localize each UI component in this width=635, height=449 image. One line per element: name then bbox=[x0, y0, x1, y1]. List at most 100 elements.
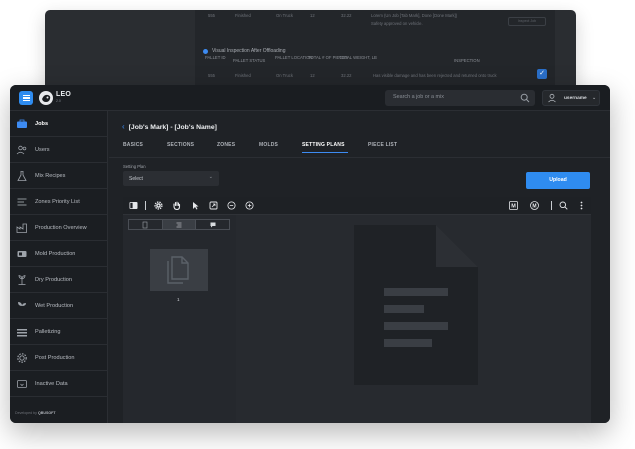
sidebar-item-inactive-data[interactable]: Inactive Data bbox=[10, 371, 108, 397]
chevron-down-icon: ⌄ bbox=[592, 94, 597, 101]
tab-basics[interactable]: BASICS bbox=[123, 142, 143, 148]
inspect-job-button[interactable]: Inspect Job bbox=[508, 17, 546, 26]
markup-icon[interactable]: M bbox=[509, 201, 518, 210]
sidebar-item-dry-production[interactable]: Dry Production bbox=[10, 267, 108, 293]
sidebar-item-label: Users bbox=[35, 146, 50, 153]
page-icon bbox=[143, 221, 148, 228]
sidebar-item-label: Wet Production bbox=[35, 302, 74, 309]
lion-logo-icon bbox=[39, 91, 53, 105]
document-canvas bbox=[236, 215, 591, 423]
tab-molds[interactable]: MOLDS bbox=[259, 142, 278, 148]
fit-page-icon[interactable] bbox=[209, 201, 218, 210]
toolbar-divider bbox=[551, 201, 552, 210]
pdf-viewer: M M 1 bbox=[123, 197, 591, 423]
sidebar-item-label: Mix Recipes bbox=[35, 172, 66, 179]
sidebar-item-label: Zones Priority List bbox=[35, 198, 80, 205]
upload-button[interactable]: Upload bbox=[526, 172, 590, 189]
search-placeholder: Search a job or a mix bbox=[393, 94, 444, 100]
top-bar: LEO 2.0 Search a job or a mix username ⌄ bbox=[10, 85, 610, 111]
search-icon[interactable] bbox=[520, 93, 530, 103]
sprout-icon bbox=[18, 301, 26, 310]
tab-sections[interactable]: SECTIONS bbox=[167, 142, 194, 148]
cell-inspection-line1: Lorem (Un Job [Tab Mark], Done [Done Mar… bbox=[371, 13, 458, 18]
tab-piece-list[interactable]: PIECE LIST bbox=[368, 142, 397, 148]
cell-total-pieces: 12 bbox=[310, 13, 315, 18]
sidebar-item-label: Inactive Data bbox=[35, 380, 68, 387]
sidebar-item-label: Jobs bbox=[35, 120, 49, 127]
sidebar-item-mix-recipes[interactable]: Mix Recipes bbox=[10, 163, 108, 189]
app-version: 2.0 bbox=[56, 99, 61, 103]
gear-icon bbox=[17, 352, 27, 363]
pointer-cursor-icon[interactable] bbox=[191, 201, 200, 210]
user-menu[interactable]: username ⌄ bbox=[542, 90, 600, 106]
page-title: [Job's Mark] - [Job's Name] bbox=[128, 123, 217, 131]
sidebar-toggle-icon[interactable] bbox=[129, 201, 138, 210]
zoom-in-icon[interactable] bbox=[245, 201, 254, 210]
sidebar: Jobs Users Mix Recipes Zones Priority Li… bbox=[10, 111, 108, 423]
credit-prefix: Developed by bbox=[15, 411, 37, 415]
sidebar-item-label: Post Production bbox=[35, 354, 75, 361]
archive-icon bbox=[17, 379, 27, 388]
header-pallet-status: PALLET STATUS bbox=[233, 58, 266, 63]
briefcase-icon bbox=[17, 119, 27, 128]
thumbnails-tab[interactable] bbox=[129, 220, 163, 229]
zoom-out-icon[interactable] bbox=[227, 201, 236, 210]
sidebar-item-zones-priority-list[interactable]: Zones Priority List bbox=[10, 189, 108, 215]
header-pallet-location: PALLET LOCATION bbox=[275, 55, 313, 60]
list-icon bbox=[17, 198, 27, 205]
document-placeholder-icon bbox=[354, 225, 478, 385]
sidebar-item-palletizing[interactable]: Palletizing bbox=[10, 319, 108, 345]
sidebar-item-mold-production[interactable]: Mold Production bbox=[10, 241, 108, 267]
cell-pallet-id: 555 bbox=[208, 73, 215, 78]
cell-pallet-status: Finished bbox=[235, 73, 251, 78]
setting-plan-value: Select bbox=[129, 175, 143, 182]
sidebar-item-jobs[interactable]: Jobs bbox=[10, 111, 108, 137]
section-title: Visual Inspection After Offloading bbox=[212, 48, 286, 54]
sidebar-item-label: Dry Production bbox=[35, 276, 72, 283]
back-arrow-icon[interactable]: ‹ bbox=[122, 123, 125, 131]
tabs-divider bbox=[109, 157, 610, 158]
cell-pallet-location: On Truck bbox=[276, 13, 293, 18]
outline-tab[interactable] bbox=[162, 220, 197, 229]
breadcrumb: ‹ [Job's Mark] - [Job's Name] bbox=[122, 123, 217, 131]
setting-plan-label: Setting Plan bbox=[123, 164, 146, 169]
sidebar-item-production-overview[interactable]: Production Overview bbox=[10, 215, 108, 241]
cell-total-weight: 32.22 bbox=[341, 13, 352, 18]
pallet-icon bbox=[17, 328, 27, 336]
status-dot-icon bbox=[203, 48, 208, 54]
tab-setting-plans[interactable]: SETTING PLANS bbox=[302, 142, 345, 148]
active-tab-indicator bbox=[302, 152, 348, 154]
header-inspection: INSPECTION bbox=[454, 58, 480, 63]
svg-text:M: M bbox=[511, 204, 516, 210]
hamburger-menu-icon[interactable] bbox=[19, 91, 33, 105]
check-icon[interactable]: ✓ bbox=[537, 69, 547, 79]
hand-pan-icon[interactable] bbox=[172, 201, 181, 210]
factory-icon bbox=[16, 223, 27, 233]
sidebar-item-users[interactable]: Users bbox=[10, 137, 108, 163]
more-options-icon[interactable] bbox=[577, 201, 586, 210]
measure-icon[interactable]: M bbox=[530, 201, 539, 210]
viewer-toolbar: M M bbox=[123, 197, 591, 215]
search-icon[interactable] bbox=[559, 201, 568, 210]
setting-plan-select[interactable]: Select ⌄ bbox=[123, 171, 219, 186]
search-input[interactable]: Search a job or a mix bbox=[385, 90, 535, 106]
page-thumbnail[interactable] bbox=[150, 249, 208, 291]
sidebar-item-wet-production[interactable]: Wet Production bbox=[10, 293, 108, 319]
section-visual-inspection: Visual Inspection After Offloading bbox=[203, 48, 285, 54]
main-window: LEO 2.0 Search a job or a mix username ⌄ bbox=[10, 85, 610, 423]
tab-zones[interactable]: ZONES bbox=[217, 142, 235, 148]
comment-icon bbox=[210, 222, 216, 227]
app-name: LEO bbox=[56, 91, 71, 98]
annotations-tab[interactable] bbox=[196, 220, 229, 229]
panel-view-switch bbox=[128, 219, 230, 230]
sidebar-item-post-production[interactable]: Post Production bbox=[10, 345, 108, 371]
cell-pallet-id: 555 bbox=[208, 13, 215, 18]
thumbnail-panel: 1 bbox=[123, 215, 236, 423]
cell-total-pieces: 12 bbox=[310, 73, 315, 78]
page-number: 1 bbox=[177, 297, 180, 302]
credit-brand: QBUSOFT bbox=[37, 411, 56, 415]
gear-icon[interactable] bbox=[154, 201, 163, 210]
developer-credit: Developed by QBUSOFT bbox=[15, 411, 56, 415]
cell-inspection-line2: Safety approved on vehicle. bbox=[371, 21, 423, 26]
svg-text:M: M bbox=[532, 204, 536, 210]
